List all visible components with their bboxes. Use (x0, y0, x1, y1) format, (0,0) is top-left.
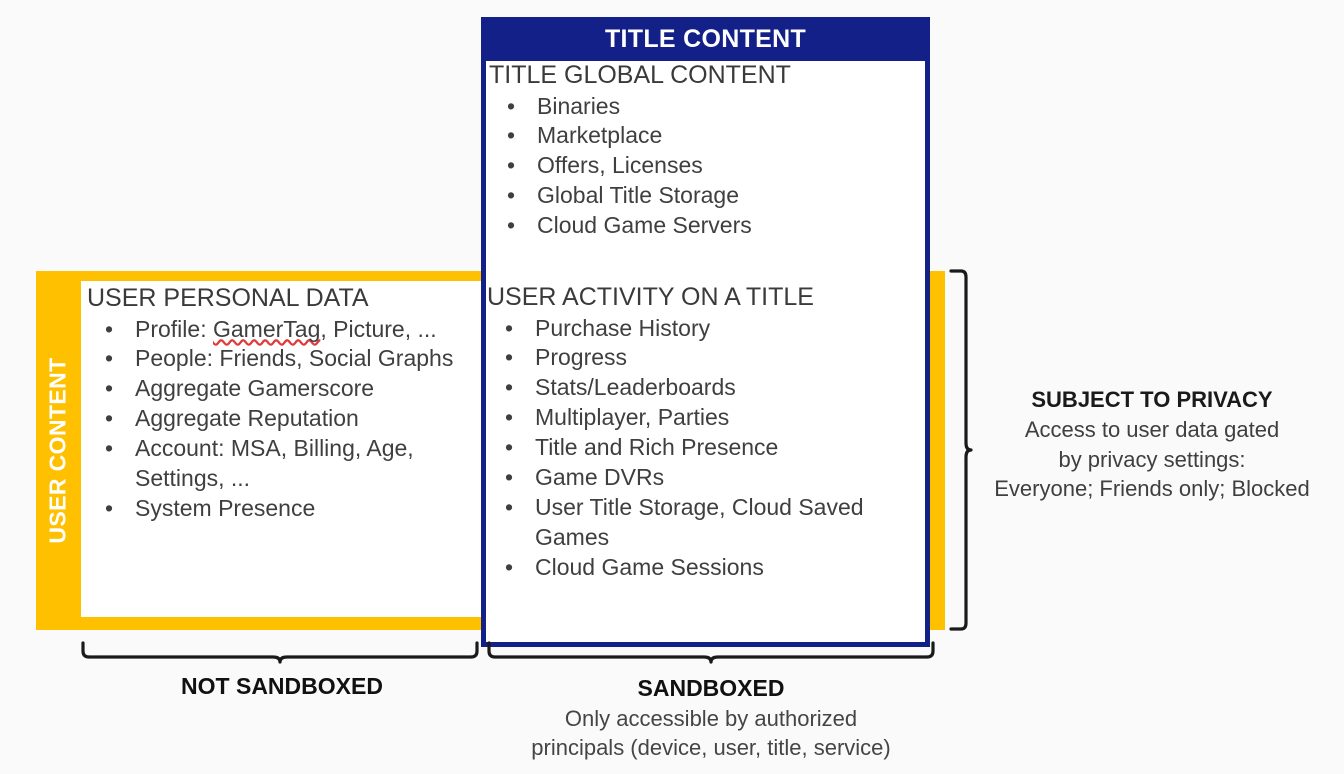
not-sandboxed-bracket-icon (81, 641, 479, 664)
spellcheck-flagged-word: GamerTag (212, 315, 321, 342)
privacy-note-line-3: Everyone; Friends only; Blocked (994, 475, 1310, 501)
bullet-icon: • (505, 314, 514, 341)
user-personal-item-label: People: Friends, Social Graphs (135, 345, 454, 372)
list-item: • Marketplace (489, 121, 919, 151)
user-activity-item-label: Progress (535, 344, 628, 371)
user-activity-list: • Purchase History • Progress • Stats/Leaderb… (487, 314, 927, 583)
bullet-icon: • (507, 182, 516, 209)
privacy-note-line-2: by privacy settings: (1058, 446, 1246, 472)
title-global-content-heading: TITLE GLOBAL CONTENT (489, 61, 791, 89)
user-activity-item-label: Stats/Leaderboards (535, 374, 736, 401)
user-content-side-label: USER CONTENT (36, 271, 81, 630)
user-personal-item-label: System Presence (135, 494, 316, 521)
list-item: • Cloud Game Sessions (487, 553, 927, 583)
user-activity-item-label: Multiplayer, Parties (535, 404, 730, 431)
bullet-icon: • (505, 493, 514, 520)
title-global-item-label: Cloud Game Servers (537, 212, 752, 239)
list-item: • Profile: GamerTag, Picture, ... (87, 315, 479, 345)
privacy-note-line-1: Access to user data gated (1024, 417, 1280, 443)
list-item: • Account: MSA, Billing, Age, Settings, .… (87, 434, 479, 494)
sandboxed-caption-line-1: Only accessible by authorized (564, 705, 858, 731)
list-item: • Offers, Licenses (489, 151, 919, 181)
list-item: • Progress (487, 343, 927, 373)
sandboxed-caption-line-2: principals (device, user, title, service… (531, 735, 891, 761)
user-activity-item-label: Cloud Game Sessions (535, 553, 764, 580)
list-item: • Title and Rich Presence (487, 433, 927, 463)
list-item: • Aggregate Reputation (87, 404, 479, 434)
list-item: • Multiplayer, Parties (487, 403, 927, 433)
user-personal-data-list: • Profile: GamerTag, Picture, ... • People:… (87, 315, 479, 524)
title-global-item-label: Marketplace (537, 122, 663, 149)
list-item: • Cloud Game Servers (489, 211, 919, 241)
bullet-icon: • (507, 92, 516, 119)
user-activity-heading: USER ACTIVITY ON A TITLE (487, 283, 814, 311)
bullet-icon: • (505, 374, 514, 401)
not-sandboxed-caption: NOT SANDBOXED (82, 672, 482, 702)
bullet-icon: • (507, 122, 516, 149)
list-item: • Global Title Storage (489, 181, 919, 211)
bullet-icon: • (505, 553, 514, 580)
user-personal-data-block: USER PERSONAL DATA • Profile: GamerTag, P… (87, 284, 479, 524)
list-item: • Stats/Leaderboards (487, 373, 927, 403)
bullet-icon: • (505, 463, 514, 490)
bullet-icon: • (505, 404, 514, 431)
user-personal-item-label: Account: MSA, Billing, Age, Settings, ..… (135, 435, 414, 491)
title-global-item-label: Binaries (537, 92, 621, 119)
bullet-icon: • (105, 315, 114, 342)
title-global-item-label: Offers, Licenses (537, 152, 703, 179)
user-activity-item-label: Title and Rich Presence (535, 434, 779, 461)
title-global-item-label: Global Title Storage (537, 182, 740, 209)
not-sandboxed-caption-title: NOT SANDBOXED (181, 673, 383, 699)
user-personal-data-heading: USER PERSONAL DATA (87, 284, 369, 312)
bullet-icon: • (105, 375, 114, 402)
bullet-icon: • (507, 152, 516, 179)
privacy-note-title: SUBJECT TO PRIVACY (1031, 387, 1273, 412)
sandboxed-bracket-icon (487, 641, 935, 664)
bullet-icon: • (105, 405, 114, 432)
list-item: • Aggregate Gamerscore (87, 374, 479, 404)
user-activity-item-label: Purchase History (535, 314, 711, 341)
bullet-icon: • (505, 434, 514, 461)
bullet-icon: • (507, 212, 516, 239)
bullet-icon: • (105, 494, 114, 521)
user-activity-block: USER ACTIVITY ON A TITLE • Purchase Histo… (487, 283, 927, 583)
bullet-icon: • (505, 344, 514, 371)
list-item: • Game DVRs (487, 463, 927, 493)
title-content-header-label: TITLE CONTENT (604, 24, 807, 53)
sandboxed-caption-title: SANDBOXED (637, 675, 785, 701)
list-item: • Purchase History (487, 314, 927, 344)
user-activity-item-label: Game DVRs (535, 463, 665, 490)
user-activity-item-label: User Title Storage, Cloud Saved Games (535, 493, 864, 550)
title-global-content-list: • Binaries • Marketplace • Offers, Licenses • G… (489, 92, 919, 241)
list-item: • People: Friends, Social Graphs (87, 344, 479, 374)
list-item: • User Title Storage, Cloud Saved Games (487, 493, 927, 553)
diagram-canvas: USER CONTENT TITLE CONTENT TITLE GLOBAL … (0, 0, 1344, 774)
bullet-icon: • (105, 435, 114, 462)
user-content-side-label-text: USER CONTENT (45, 357, 72, 544)
bullet-icon: • (105, 345, 114, 372)
list-item: • System Presence (87, 494, 479, 524)
user-personal-item-label: Aggregate Reputation (135, 405, 359, 432)
privacy-note: SUBJECT TO PRIVACY Access to user data g… (960, 385, 1344, 503)
list-item: • Binaries (489, 92, 919, 122)
title-content-header: TITLE CONTENT (481, 17, 930, 61)
user-personal-item-label: Profile: GamerTag, Picture, ... (135, 315, 437, 342)
title-global-content-block: TITLE GLOBAL CONTENT • Binaries • Marketpla… (489, 61, 919, 241)
user-personal-item-label: Aggregate Gamerscore (135, 375, 375, 402)
sandboxed-caption: SANDBOXED Only accessible by authorized … (470, 674, 952, 763)
